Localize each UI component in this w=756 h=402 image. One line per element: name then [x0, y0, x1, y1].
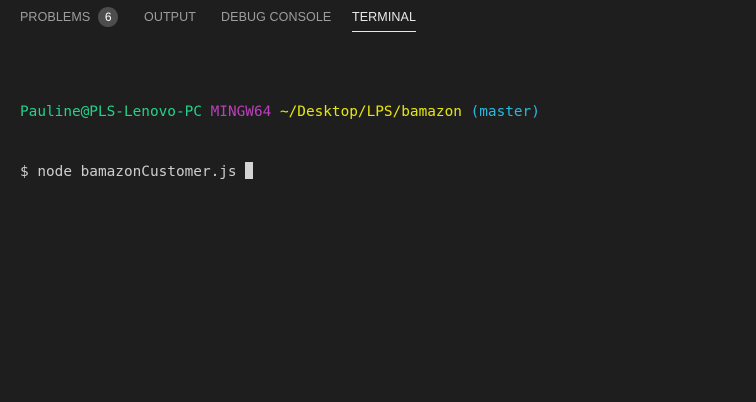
- tab-debug-console-label: DEBUG CONSOLE: [221, 10, 332, 24]
- prompt-env: MINGW64: [210, 104, 272, 120]
- panel-tab-bar: PROBLEMS 6 OUTPUT DEBUG CONSOLE TERMINAL: [0, 0, 756, 34]
- tab-debug-console[interactable]: DEBUG CONSOLE: [221, 0, 331, 34]
- tab-problems[interactable]: PROBLEMS 6: [20, 0, 119, 34]
- terminal-command-line: $ node bamazonCustomer.js: [20, 162, 740, 182]
- terminal-cursor: [245, 162, 254, 179]
- prompt-user-host: Pauline@PLS-Lenovo-PC: [20, 104, 202, 120]
- tab-output-label: OUTPUT: [144, 10, 196, 24]
- prompt-path: ~/Desktop/LPS/bamazon: [279, 104, 462, 120]
- tab-terminal[interactable]: TERMINAL: [352, 0, 417, 34]
- tab-output[interactable]: OUTPUT: [144, 0, 196, 34]
- problems-count-badge: 6: [98, 7, 119, 27]
- terminal-output[interactable]: Pauline@PLS-Lenovo-PC MINGW64 ~/Desktop/…: [20, 62, 740, 392]
- command-text: $ node bamazonCustomer.js: [20, 164, 246, 180]
- prompt-branch: (master): [470, 104, 540, 120]
- tab-problems-label: PROBLEMS: [20, 10, 91, 24]
- terminal-prompt-line: Pauline@PLS-Lenovo-PC MINGW64 ~/Desktop/…: [20, 102, 740, 122]
- tab-terminal-label: TERMINAL: [352, 10, 417, 24]
